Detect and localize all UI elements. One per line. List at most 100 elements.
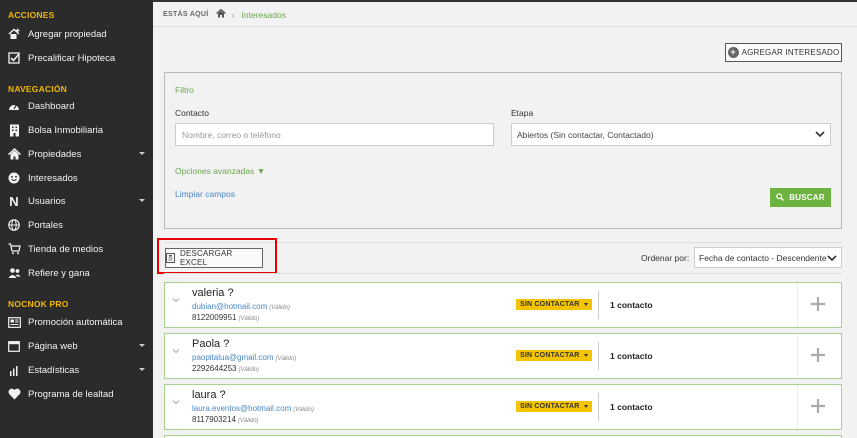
status-badge[interactable]: SIN CONTACTAR	[516, 299, 592, 310]
sidebar-item-promocion-automatica[interactable]: Promoción automática	[0, 312, 153, 332]
smiley-icon	[7, 171, 21, 185]
add-lead-button[interactable]: + AGREGAR INTERESADO	[725, 43, 842, 62]
lead-name[interactable]: laura ?	[192, 389, 226, 401]
sidebar-item-refiere-y-gana[interactable]: Refiere y gana	[0, 263, 153, 283]
lead-phone-status: (Válido)	[237, 418, 259, 424]
status-badge-label: SIN CONTACTAR	[520, 352, 580, 359]
sidebar-item-label: Portales	[28, 219, 63, 231]
lead-email-address[interactable]: laura.eventos@hotmail.com	[192, 404, 291, 413]
lead-email-status: (Válido)	[275, 356, 297, 362]
users-icon	[7, 266, 21, 280]
chevron-down-icon[interactable]	[172, 296, 180, 304]
top-border	[153, 0, 857, 2]
advanced-options-toggle[interactable]: Opciones avanzadas ▼	[175, 166, 265, 176]
search-button[interactable]: BUSCAR	[770, 188, 831, 207]
sidebar-item-label: Página web	[28, 340, 78, 352]
sidebar-item-label: Programa de lealtad	[28, 388, 114, 400]
divider	[797, 334, 798, 378]
divider	[598, 393, 599, 421]
sidebar-item-propiedades[interactable]: Propiedades	[0, 144, 153, 164]
sidebar-item-agregar-propiedad[interactable]: Agregar propiedad	[0, 24, 153, 44]
chevron-down-icon	[583, 303, 588, 306]
chevron-down-icon[interactable]	[172, 398, 180, 406]
sidebar-item-bolsa-inmobiliaria[interactable]: Bolsa Inmobiliaria	[0, 120, 153, 140]
sidebar-item-estadisticas[interactable]: Estadísticas	[0, 360, 153, 380]
status-badge-label: SIN CONTACTAR	[520, 403, 580, 410]
highlight-box	[157, 238, 277, 274]
lead-phone: 8122009951 (Válido)	[192, 313, 259, 322]
order-by-select[interactable]: Fecha de contacto - Descendente	[694, 247, 842, 268]
sidebar-item-programa-de-lealtad[interactable]: Programa de lealtad	[0, 384, 153, 404]
chevron-down-icon	[827, 255, 837, 262]
add-user-icon: +	[727, 47, 739, 58]
lead-email-address[interactable]: paopitalua@gmail.com	[192, 353, 274, 362]
sidebar-item-tienda-de-medios[interactable]: Tienda de medios	[0, 239, 153, 259]
chevron-down-icon	[139, 344, 145, 347]
breadcrumb: ESTÁS AQUÍ › Interesados	[163, 8, 286, 20]
sidebar-item-dashboard[interactable]: Dashboard	[0, 96, 153, 116]
sidebar-item-label: Refiere y gana	[28, 267, 90, 279]
lead-email-status: (Válido)	[269, 305, 290, 311]
filter-panel: Filtro Contacto Etapa Abiertos (Sin cont…	[164, 72, 842, 229]
add-lead-button-label: AGREGAR INTERESADO	[741, 48, 840, 57]
lead-card[interactable]: valeria ? dubian@hotmail.com (Válido) 812…	[164, 282, 842, 328]
lead-name[interactable]: valeria ?	[192, 287, 234, 299]
divider	[598, 291, 599, 319]
order-by-label: Ordenar por:	[641, 253, 690, 263]
lead-email-address[interactable]: dubian@hotmail.com	[192, 302, 267, 311]
home-icon[interactable]	[215, 8, 226, 20]
checkbox-icon	[7, 51, 21, 65]
chevron-down-icon	[815, 131, 825, 138]
divider	[797, 385, 798, 429]
lead-name[interactable]: Paola ?	[192, 338, 229, 350]
lead-email-status: (Válido)	[293, 407, 314, 413]
breadcrumb-prefix: ESTÁS AQUÍ	[163, 11, 209, 18]
clear-fields-link[interactable]: Limpiar campos	[175, 189, 235, 199]
section-title-acciones: ACCIONES	[8, 10, 55, 20]
browser-icon	[7, 339, 21, 353]
main-content: ESTÁS AQUÍ › Interesados + AGREGAR INTER…	[153, 0, 857, 438]
contact-count: 1 contacto	[610, 351, 653, 361]
contact-search-input[interactable]	[175, 123, 494, 146]
section-title-nocnok-pro: NOCNOK PRO	[8, 299, 69, 309]
status-badge-label: SIN CONTACTAR	[520, 301, 580, 308]
plus-icon[interactable]	[810, 296, 826, 312]
contact-label: Contacto	[175, 108, 210, 118]
sidebar-item-label: Tienda de medios	[28, 243, 104, 255]
sidebar-item-precalificar-hipoteca[interactable]: Precalificar Hipoteca	[0, 48, 153, 68]
lead-card[interactable]: laura ? laura.eventos@hotmail.com (Válido…	[164, 384, 842, 430]
stage-label: Etapa	[511, 108, 534, 118]
lead-phone-status: (Válido)	[238, 316, 260, 322]
sidebar-item-label: Bolsa Inmobiliaria	[28, 124, 103, 136]
breadcrumb-divider	[153, 26, 857, 27]
section-title-navegacion: NAVEGACIÓN	[8, 84, 67, 94]
sidebar-item-portales[interactable]: Portales	[0, 215, 153, 235]
breadcrumb-current[interactable]: Interesados	[242, 10, 286, 20]
dashboard-icon	[7, 99, 21, 113]
status-badge[interactable]: SIN CONTACTAR	[516, 350, 592, 361]
sidebar-item-label: Estadísticas	[28, 364, 80, 376]
order-by-value: Fecha de contacto - Descendente	[699, 252, 827, 263]
chevron-down-icon	[139, 368, 145, 371]
bar-chart-icon	[7, 363, 21, 377]
status-badge[interactable]: SIN CONTACTAR	[516, 401, 592, 412]
lead-card[interactable]: Paola ? paopitalua@gmail.com (Válido) 229…	[164, 333, 842, 379]
sidebar-item-pagina-web[interactable]: Página web	[0, 336, 153, 356]
lead-phone-number: 2292644253	[192, 364, 237, 373]
search-button-label: BUSCAR	[789, 193, 825, 202]
add-home-icon	[7, 27, 21, 41]
divider	[797, 283, 798, 327]
divider	[598, 342, 599, 370]
lead-phone: 2292644253 (Válido)	[192, 364, 259, 373]
plus-icon[interactable]	[810, 347, 826, 363]
stage-select-value: Abiertos (Sin contactar, Contactado)	[517, 129, 654, 140]
stage-select[interactable]: Abiertos (Sin contactar, Contactado)	[511, 123, 831, 146]
sidebar-item-usuarios[interactable]: N Usuarios	[0, 191, 153, 211]
building-icon	[7, 123, 21, 137]
chevron-down-icon	[139, 152, 145, 155]
plus-icon[interactable]	[810, 398, 826, 414]
chevron-down-icon[interactable]	[172, 347, 180, 355]
sidebar-item-interesados[interactable]: Interesados	[0, 168, 153, 188]
sidebar-item-label: Usuarios	[28, 195, 66, 207]
sidebar: ACCIONES Agregar propiedad Precalificar …	[0, 0, 153, 438]
